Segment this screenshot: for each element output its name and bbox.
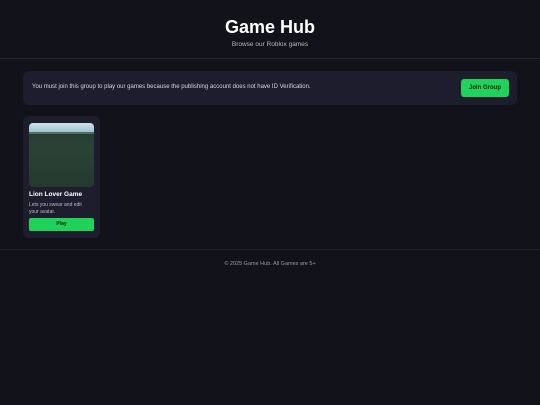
site-header: Game Hub Browse our Roblox games bbox=[0, 0, 540, 59]
game-title: Lion Lover Game bbox=[29, 191, 83, 198]
join-group-button[interactable]: Join Group bbox=[461, 79, 509, 97]
page-title: Game Hub bbox=[224, 17, 316, 37]
footer-copyright: © 2025 Game Hub. All Games are 5+ bbox=[224, 261, 316, 267]
group-notice-message: You must join this group to play our gam… bbox=[32, 84, 311, 90]
game-description: Lets you swear and edit your avatar. bbox=[29, 202, 82, 215]
group-notice-banner: You must join this group to play our gam… bbox=[23, 71, 517, 105]
thumbnail-sky bbox=[29, 123, 94, 132]
game-thumbnail[interactable] bbox=[29, 123, 94, 187]
play-button[interactable]: Play bbox=[29, 218, 94, 231]
thumbnail-horizon bbox=[29, 132, 94, 134]
footer-divider bbox=[0, 249, 540, 250]
page-subtitle: Browse our Roblox games bbox=[231, 41, 309, 48]
